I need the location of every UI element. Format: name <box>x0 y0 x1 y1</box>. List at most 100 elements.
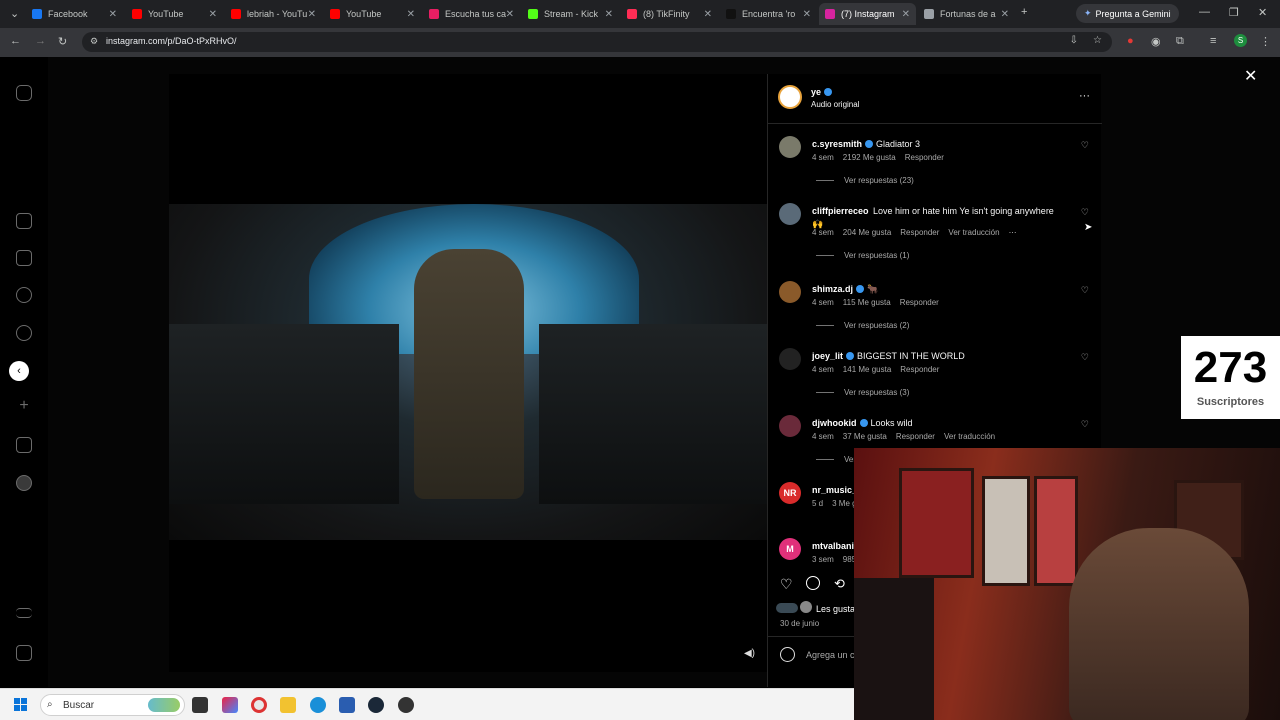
commenter-name[interactable]: mtvalbani <box>812 541 854 551</box>
comment-likes[interactable]: 37 Me gusta <box>843 432 887 441</box>
tab-close-icon[interactable]: ✕ <box>109 9 117 20</box>
home-icon[interactable] <box>16 213 32 229</box>
mute-icon[interactable]: ◀) <box>744 648 755 659</box>
tab-close-icon[interactable]: ✕ <box>209 9 217 20</box>
reply-button[interactable]: Responder <box>900 298 939 307</box>
browser-tab[interactable]: Fortunas de a ✕ <box>918 3 1015 25</box>
obs-icon[interactable] <box>398 697 414 713</box>
view-replies-link[interactable]: Ver respuestas (23) <box>816 176 914 185</box>
commenter-avatar[interactable]: NR <box>779 482 801 504</box>
close-window-button[interactable]: ✕ <box>1258 6 1267 19</box>
comment-like-icon[interactable]: ♡ <box>1081 419 1089 430</box>
menu-dots-icon[interactable]: ⋮ <box>1260 35 1271 48</box>
messages-icon[interactable] <box>16 287 32 303</box>
translate-button[interactable]: Ver traducción <box>944 432 995 441</box>
windows-start-icon[interactable] <box>14 698 28 712</box>
browser-tab[interactable]: (7) Instagram ✕ <box>819 3 916 25</box>
tab-close-icon[interactable]: ✕ <box>902 9 910 20</box>
browser-tab[interactable]: (8) TikFinity ✕ <box>621 3 718 25</box>
more-dots-icon[interactable]: ··· <box>1079 90 1090 102</box>
taskbar-search[interactable]: ⌕ Buscar <box>40 694 185 716</box>
likes-summary[interactable]: Les gusta <box>816 604 855 614</box>
commenter-name[interactable]: cliffpierreceo <box>812 206 869 216</box>
restore-button[interactable]: ❐ <box>1229 6 1239 19</box>
dashboard-icon[interactable] <box>16 437 32 453</box>
tab-close-icon[interactable]: ✕ <box>506 9 514 20</box>
browser-tab[interactable]: Escucha tus ca ✕ <box>423 3 520 25</box>
commenter-name[interactable]: c.syresmith <box>812 139 862 149</box>
media-control-icon[interactable]: ≡ <box>1210 35 1216 47</box>
browser-tab[interactable]: YouTube ✕ <box>324 3 421 25</box>
menu-icon[interactable] <box>16 608 32 618</box>
edge-icon[interactable] <box>310 697 326 713</box>
new-tab-button[interactable]: + <box>1021 6 1027 18</box>
url-text[interactable]: instagram.com/p/DaO-tPxRHvO/ <box>106 36 237 46</box>
tab-close-icon[interactable]: ✕ <box>407 9 415 20</box>
browser-tab[interactable]: lebriah - YouTu ✕ <box>225 3 322 25</box>
browser-tab[interactable]: YouTube ✕ <box>126 3 223 25</box>
commenter-name[interactable]: djwhookid <box>812 418 857 428</box>
site-info-icon[interactable]: ⚙ <box>90 36 98 47</box>
emoji-icon[interactable] <box>780 647 795 662</box>
browser-tab[interactable]: Encuentra 'ro ✕ <box>720 3 817 25</box>
tab-close-icon[interactable]: ✕ <box>605 9 613 20</box>
reels-icon[interactable] <box>16 250 32 266</box>
share-icon[interactable]: ⟲ <box>834 576 845 592</box>
commenter-avatar[interactable] <box>779 281 801 303</box>
extension-icon[interactable]: ◉ <box>1151 35 1161 48</box>
view-replies-link[interactable]: Ver respuestas (1) <box>816 251 909 260</box>
gemini-button[interactable]: ✦ Pregunta a Gemini <box>1076 4 1179 23</box>
back-icon[interactable]: ← <box>10 35 21 47</box>
comment-likes[interactable]: 204 Me gusta <box>843 228 891 237</box>
tab-close-icon[interactable]: ✕ <box>803 9 811 20</box>
commenter-name[interactable]: joey_lit <box>812 351 843 361</box>
instagram-logo-icon[interactable] <box>16 85 32 101</box>
translate-button[interactable]: Ver traducción <box>948 228 999 237</box>
video-player[interactable]: ◀) <box>169 74 767 672</box>
close-post-button[interactable]: ✕ <box>1244 66 1257 86</box>
steam-icon[interactable] <box>368 697 384 713</box>
install-app-icon[interactable]: ⇩ <box>1070 35 1078 46</box>
comment-like-icon[interactable]: ♡ <box>1081 140 1089 151</box>
profile-avatar[interactable]: S <box>1234 34 1247 47</box>
author-avatar[interactable] <box>778 85 802 109</box>
comment-likes[interactable]: 141 Me gusta <box>843 365 891 374</box>
threads-icon[interactable] <box>16 645 32 661</box>
reply-button[interactable]: Responder <box>905 153 944 162</box>
comment-like-icon[interactable]: ♡ <box>1081 352 1089 363</box>
commenter-avatar[interactable] <box>779 415 801 437</box>
comment-likes[interactable]: 2192 Me gusta <box>843 153 896 162</box>
reply-button[interactable]: Responder <box>896 432 935 441</box>
commenter-name[interactable]: shimza.dj <box>812 284 853 294</box>
comment-icon[interactable] <box>806 576 820 590</box>
address-bar[interactable]: ⚙ instagram.com/p/DaO-tPxRHvO/ ⇩ ☆ <box>82 32 1112 52</box>
view-replies-link[interactable]: Ver respuestas (3) <box>816 388 909 397</box>
task-view-icon[interactable] <box>192 697 208 713</box>
audio-label[interactable]: Audio original <box>811 100 859 109</box>
view-replies-link[interactable]: Ver respuestas (2) <box>816 321 909 330</box>
commenter-avatar[interactable] <box>779 136 801 158</box>
tab-close-icon[interactable]: ✕ <box>308 9 316 20</box>
bookmark-star-icon[interactable]: ☆ <box>1093 35 1102 46</box>
chrome-icon[interactable] <box>251 697 267 713</box>
comment-likes[interactable]: 3 Me g <box>832 499 856 508</box>
extensions-puzzle-icon[interactable]: ⧉ <box>1176 35 1184 48</box>
comment-like-icon[interactable]: ♡ <box>1081 207 1089 218</box>
copilot-icon[interactable] <box>222 697 238 713</box>
commenter-name[interactable]: nr_music_ <box>812 485 857 495</box>
create-icon[interactable]: + <box>16 398 32 415</box>
search-icon[interactable] <box>16 325 32 341</box>
minimize-button[interactable]: — <box>1199 6 1210 18</box>
reload-icon[interactable]: ↻ <box>58 35 67 48</box>
browser-tab[interactable]: Facebook ✕ <box>26 3 123 25</box>
tab-search-icon[interactable]: ⌄ <box>10 7 19 20</box>
view-replies-link[interactable]: Ver <box>816 455 856 464</box>
comment-options-icon[interactable]: ··· <box>1009 228 1017 237</box>
comment-like-icon[interactable]: ♡ <box>1081 285 1089 296</box>
profile-icon[interactable] <box>16 475 32 491</box>
author-name[interactable]: ye <box>811 87 821 97</box>
extension-icon[interactable]: ● <box>1127 35 1134 47</box>
forward-icon[interactable]: → <box>35 35 46 47</box>
commenter-avatar[interactable] <box>779 203 801 225</box>
file-explorer-icon[interactable] <box>280 697 296 713</box>
